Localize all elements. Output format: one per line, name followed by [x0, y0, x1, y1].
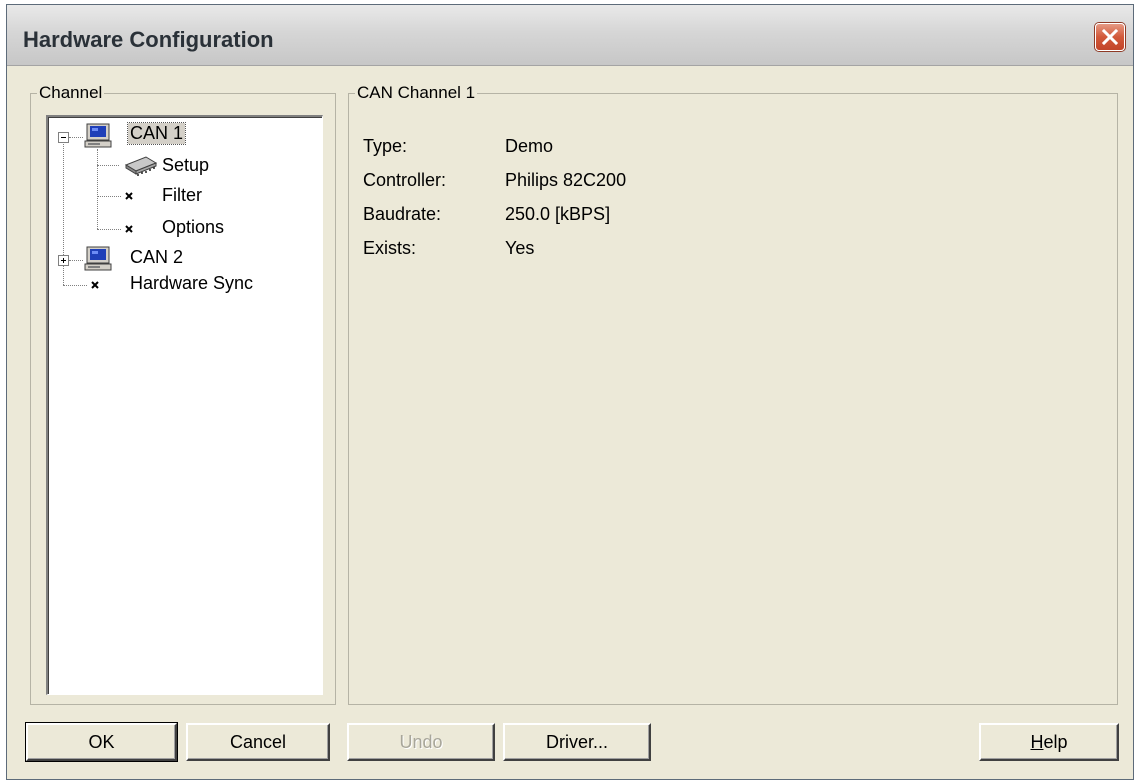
bullet-icon [125, 192, 133, 200]
help-button[interactable]: Help [979, 723, 1119, 761]
bullet-icon [125, 225, 133, 233]
title-bar[interactable]: Hardware Configuration [7, 5, 1133, 66]
tree-item-options-label: Options [162, 217, 225, 237]
tree-item-setup-label: Setup [162, 155, 210, 175]
chip-icon [124, 156, 158, 176]
tree-connector [63, 285, 87, 286]
tree-item-hardware-sync-label: Hardware Sync [130, 273, 254, 293]
undo-button[interactable]: Undo [347, 723, 495, 761]
tree-connector [69, 260, 83, 261]
minus-icon [61, 137, 66, 138]
details-group-label: CAN Channel 1 [355, 83, 478, 103]
close-icon [1102, 29, 1118, 45]
type-value: Demo [505, 136, 554, 156]
tree-item-hardware-sync[interactable]: Hardware Sync [130, 273, 253, 294]
hardware-configuration-dialog: Hardware Configuration Channel CAN 1 Set… [6, 4, 1134, 780]
expand-toggle-can2[interactable] [58, 255, 69, 266]
channel-group-label: Channel [37, 83, 105, 103]
controller-value: Philips 82C200 [505, 170, 627, 190]
tree-item-setup[interactable]: Setup [162, 155, 209, 176]
window-title: Hardware Configuration [23, 27, 274, 52]
tree-connector [97, 196, 121, 197]
tree-connector [97, 229, 121, 230]
driver-button[interactable]: Driver... [503, 723, 651, 761]
type-label: Type: [363, 136, 408, 156]
help-accel-letter: H [1030, 732, 1044, 752]
can-channel-groupbox: CAN Channel 1 Type: Demo Controller: Phi… [348, 83, 1118, 705]
controller-label: Controller: [363, 170, 447, 190]
tree-connector [97, 149, 98, 229]
help-label-rest: elp [1043, 732, 1068, 752]
baudrate-value: 250.0 [kBPS] [505, 204, 611, 224]
close-button[interactable] [1095, 23, 1125, 51]
tree-connector [69, 137, 83, 138]
ok-button[interactable]: OK [25, 722, 178, 762]
tree-item-options[interactable]: Options [162, 217, 224, 238]
tree-item-can2[interactable]: CAN 2 [130, 247, 183, 268]
cancel-button[interactable]: Cancel [186, 723, 330, 761]
plus-icon [61, 258, 66, 263]
computer-icon [84, 123, 112, 148]
bullet-icon [91, 281, 99, 289]
exists-label: Exists: [363, 238, 417, 258]
tree-item-can1-label: CAN 1 [130, 123, 184, 143]
collapse-toggle-can1[interactable] [58, 132, 69, 143]
computer-icon [84, 246, 112, 271]
exists-value: Yes [505, 238, 535, 258]
channel-tree[interactable]: CAN 1 Setup Filter Options CAN 2 Hardwar… [46, 115, 323, 695]
tree-item-filter[interactable]: Filter [162, 185, 202, 206]
tree-connector [97, 165, 119, 166]
baudrate-label: Baudrate: [363, 204, 442, 224]
tree-item-can1[interactable]: CAN 1 [126, 122, 187, 145]
tree-item-filter-label: Filter [162, 185, 202, 205]
tree-item-can2-label: CAN 2 [130, 247, 184, 267]
